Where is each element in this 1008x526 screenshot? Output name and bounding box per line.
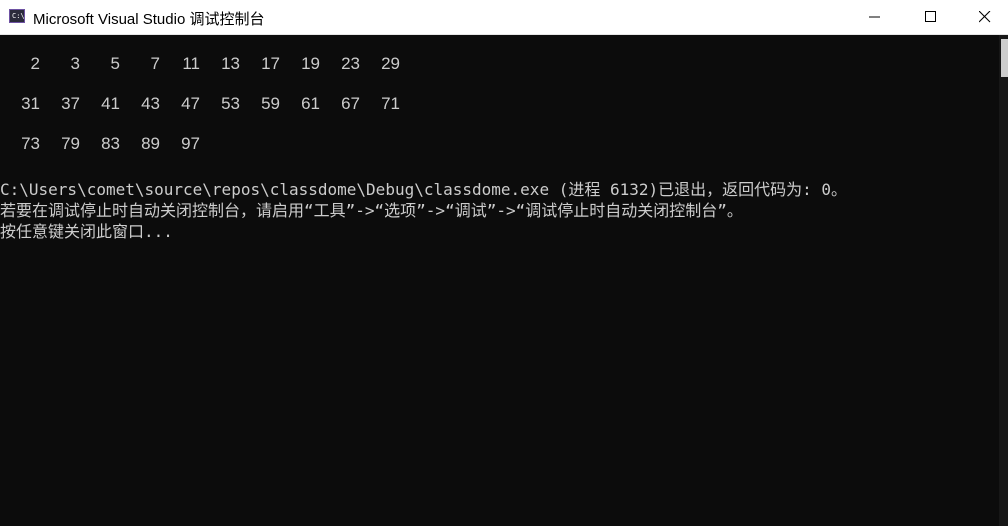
- number-cell: 19: [301, 54, 320, 73]
- number-cell: 2: [30, 54, 40, 73]
- number-cell: 23: [341, 54, 360, 73]
- number-cell: 47: [181, 94, 200, 113]
- number-cell: 3: [70, 54, 80, 73]
- number-cell: 73: [21, 134, 40, 153]
- console-app-icon[interactable]: C:\: [9, 9, 25, 23]
- maximize-icon: [925, 11, 936, 22]
- number-cell: 53: [221, 94, 240, 113]
- number-cell: 29: [381, 54, 400, 73]
- number-cell: 17: [261, 54, 280, 73]
- number-cell: 97: [181, 134, 200, 153]
- title-bar[interactable]: C:\ Microsoft Visual Studio 调试控制台: [0, 0, 1008, 35]
- number-cell: 67: [341, 94, 360, 113]
- press-any-key-line: 按任意键关闭此窗口...: [0, 222, 173, 241]
- number-cell: 37: [61, 94, 80, 113]
- number-cell: 61: [301, 94, 320, 113]
- maximize-button[interactable]: [908, 0, 954, 34]
- number-cell: 89: [141, 134, 160, 153]
- console-output[interactable]: 2 3 5 7 11 13 17 19 23 29 31 37 41 43 47…: [0, 35, 999, 526]
- number-cell: 41: [101, 94, 120, 113]
- number-cell: 83: [101, 134, 120, 153]
- close-button[interactable]: [962, 0, 1008, 34]
- number-cell: 13: [221, 54, 240, 73]
- window-title: Microsoft Visual Studio 调试控制台: [33, 11, 265, 28]
- minimize-icon: [869, 16, 880, 18]
- close-icon: [979, 11, 991, 23]
- number-cell: 5: [110, 54, 120, 73]
- number-cell: 79: [61, 134, 80, 153]
- minimize-button[interactable]: [852, 0, 898, 34]
- number-cell: 11: [182, 54, 200, 73]
- vertical-scrollbar[interactable]: [999, 35, 1008, 526]
- number-cell: 59: [261, 94, 280, 113]
- number-cell: 7: [150, 54, 160, 73]
- app-icon-label: C:\: [12, 12, 25, 20]
- number-cell: 31: [21, 94, 40, 113]
- number-cell: 71: [381, 94, 400, 113]
- scrollbar-thumb[interactable]: [1001, 39, 1008, 77]
- number-cell: 43: [141, 94, 160, 113]
